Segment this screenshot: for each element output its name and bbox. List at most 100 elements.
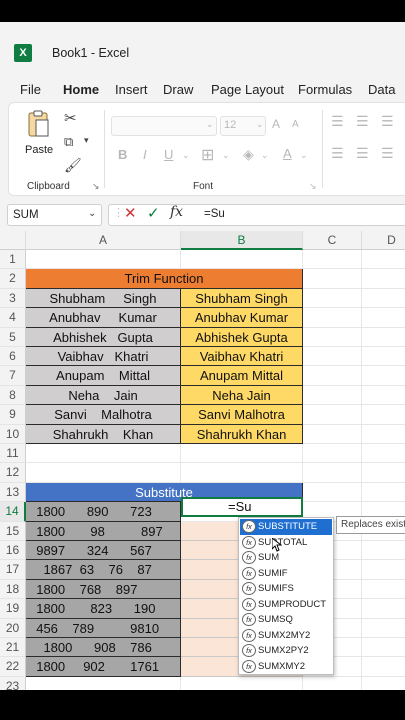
column-header-b[interactable]: B [181, 231, 303, 250]
trim-result-cell[interactable]: Vaibhav Khatri [181, 347, 303, 367]
autocomplete-item-sum[interactable]: fx SUM [240, 550, 332, 566]
row-header-3[interactable]: 3 [0, 288, 26, 309]
fill-color-icon[interactable]: ◈ [243, 146, 254, 163]
insert-function-icon[interactable]: fx [170, 204, 183, 220]
substitute-value-cell[interactable]: 1800 908 786 [26, 638, 181, 658]
font-color-button[interactable]: A [283, 146, 292, 161]
font-size-chevron-icon[interactable]: ⌄ [256, 119, 264, 130]
trim-raw-cell[interactable]: Vaibhav Khatri [26, 347, 181, 367]
underline-button[interactable]: U [164, 147, 173, 162]
autocomplete-item-sumsq[interactable]: fx SUMSQ [240, 612, 332, 628]
row-header-5[interactable]: 5 [0, 327, 26, 347]
trim-result-cell[interactable]: Anupam Mittal [181, 366, 303, 386]
row-header-19[interactable]: 19 [0, 599, 26, 619]
paste-label[interactable]: Paste [25, 144, 53, 156]
row-header-20[interactable]: 20 [0, 618, 26, 638]
row-header-4[interactable]: 4 [0, 308, 26, 328]
row-header-17[interactable]: 17 [0, 560, 26, 580]
more-options-icon[interactable]: ⋮ [113, 206, 124, 219]
trim-raw-cell[interactable]: Anubhav Kumar [26, 308, 181, 328]
substitute-value-cell[interactable]: 1800 98 897 [26, 521, 181, 541]
font-name-chevron-icon[interactable]: ⌄ [206, 119, 214, 130]
trim-raw-cell[interactable]: Sanvi Malhotra [26, 405, 181, 425]
row-header-11[interactable]: 11 [0, 444, 26, 464]
tab-page-layout[interactable]: Page Layout [211, 82, 284, 97]
substitute-value-cell[interactable]: 1867 63 76 87 [26, 560, 181, 580]
row-header-1[interactable]: 1 [0, 250, 26, 270]
trim-function-header[interactable]: Trim Function [26, 269, 303, 289]
trim-result-cell[interactable]: Shubham Singh [181, 288, 303, 309]
trim-result-cell[interactable]: Anubhav Kumar [181, 308, 303, 328]
select-all-corner[interactable] [0, 231, 26, 250]
align-middle-icon[interactable]: ☰ [356, 113, 369, 130]
tab-insert[interactable]: Insert [115, 82, 148, 97]
copy-dropdown-icon[interactable]: ▾ [84, 135, 89, 146]
row-header-2[interactable]: 2 [0, 269, 26, 289]
trim-raw-cell[interactable]: Anupam Mittal [26, 366, 181, 386]
substitute-value-cell[interactable]: 1800 902 1761 [26, 657, 181, 677]
autocomplete-item-sumif[interactable]: fx SUMIF [240, 566, 332, 582]
tab-file[interactable]: File [20, 82, 41, 97]
column-header-a[interactable]: A [26, 231, 181, 250]
align-left-icon[interactable]: ☰ [331, 145, 344, 162]
row-header-13[interactable]: 13 [0, 482, 26, 503]
row-header-16[interactable]: 16 [0, 541, 26, 561]
column-header-c[interactable]: C [303, 231, 362, 250]
substitute-value-cell[interactable]: 9897 324 567 [26, 541, 181, 561]
autocomplete-item-sumx2py2[interactable]: fx SUMX2PY2 [240, 643, 332, 659]
row-header-18[interactable]: 18 [0, 579, 26, 600]
font-color-dropdown-icon[interactable]: ⌄ [300, 150, 308, 161]
fill-color-dropdown-icon[interactable]: ⌄ [261, 150, 269, 161]
increase-font-icon[interactable]: A [272, 117, 280, 131]
row-header-8[interactable]: 8 [0, 385, 26, 406]
paste-icon[interactable] [28, 110, 50, 138]
decrease-font-icon[interactable]: A [292, 119, 299, 130]
name-box-chevron-icon[interactable]: ⌄ [88, 208, 96, 219]
cut-icon[interactable]: ✂ [64, 109, 77, 127]
row-header-15[interactable]: 15 [0, 521, 26, 541]
trim-result-cell[interactable]: Sanvi Malhotra [181, 405, 303, 425]
row-header-7[interactable]: 7 [0, 366, 26, 386]
row-header-9[interactable]: 9 [0, 405, 26, 425]
autocomplete-item-sumifs[interactable]: fx SUMIFS [240, 581, 332, 597]
row-header-10[interactable]: 10 [0, 424, 26, 444]
tab-draw[interactable]: Draw [163, 82, 193, 97]
autocomplete-item-sumxmy2[interactable]: fx SUMXMY2 [240, 659, 332, 675]
italic-button[interactable]: I [143, 147, 147, 162]
tab-home[interactable]: Home [63, 82, 99, 97]
trim-raw-cell[interactable]: Shubham Singh [26, 288, 181, 309]
borders-icon[interactable]: ⊞ [201, 145, 214, 165]
font-name-box[interactable] [111, 116, 217, 136]
row-header-21[interactable]: 21 [0, 638, 26, 658]
copy-icon[interactable]: ⧉ [64, 134, 73, 150]
underline-dropdown-icon[interactable]: ⌄ [182, 150, 190, 161]
align-top-icon[interactable]: ☰ [331, 113, 344, 130]
trim-result-cell[interactable]: Neha Jain [181, 385, 303, 406]
autocomplete-item-sumx2my2[interactable]: fx SUMX2MY2 [240, 628, 332, 644]
align-bottom-icon[interactable]: ☰ [381, 113, 394, 130]
cancel-entry-icon[interactable]: ✕ [124, 204, 137, 222]
autocomplete-item-substitute[interactable]: fx SUBSTITUTE [240, 519, 332, 535]
font-launcher-icon[interactable]: ↘ [309, 181, 317, 192]
substitute-value-cell[interactable]: 456 789 9810 [26, 618, 181, 638]
bold-button[interactable]: B [118, 147, 127, 162]
confirm-entry-icon[interactable]: ✓ [147, 204, 160, 222]
trim-raw-cell[interactable]: Abhishek Gupta [26, 327, 181, 347]
autocomplete-item-subtotal[interactable]: fx SUBTOTAL [240, 535, 332, 551]
row-header-6[interactable]: 6 [0, 347, 26, 367]
tab-data[interactable]: Data [368, 82, 395, 97]
row-header-14[interactable]: 14 [0, 502, 26, 522]
substitute-value-cell[interactable]: 1800 823 190 [26, 599, 181, 619]
column-header-d[interactable]: D [362, 231, 405, 250]
align-right-icon[interactable]: ☰ [381, 145, 394, 162]
trim-raw-cell[interactable]: Neha Jain [26, 385, 181, 406]
row-header-22[interactable]: 22 [0, 657, 26, 677]
format-painter-icon[interactable]: 🖌 [64, 157, 82, 174]
clipboard-launcher-icon[interactable]: ↘ [92, 181, 100, 192]
row-header-12[interactable]: 12 [0, 463, 26, 483]
trim-result-cell[interactable]: Abhishek Gupta [181, 327, 303, 347]
trim-result-cell[interactable]: Shahrukh Khan [181, 424, 303, 444]
autocomplete-item-sumproduct[interactable]: fx SUMPRODUCT [240, 597, 332, 613]
formula-text[interactable]: =Su [204, 208, 225, 220]
trim-raw-cell[interactable]: Shahrukh Khan [26, 424, 181, 444]
